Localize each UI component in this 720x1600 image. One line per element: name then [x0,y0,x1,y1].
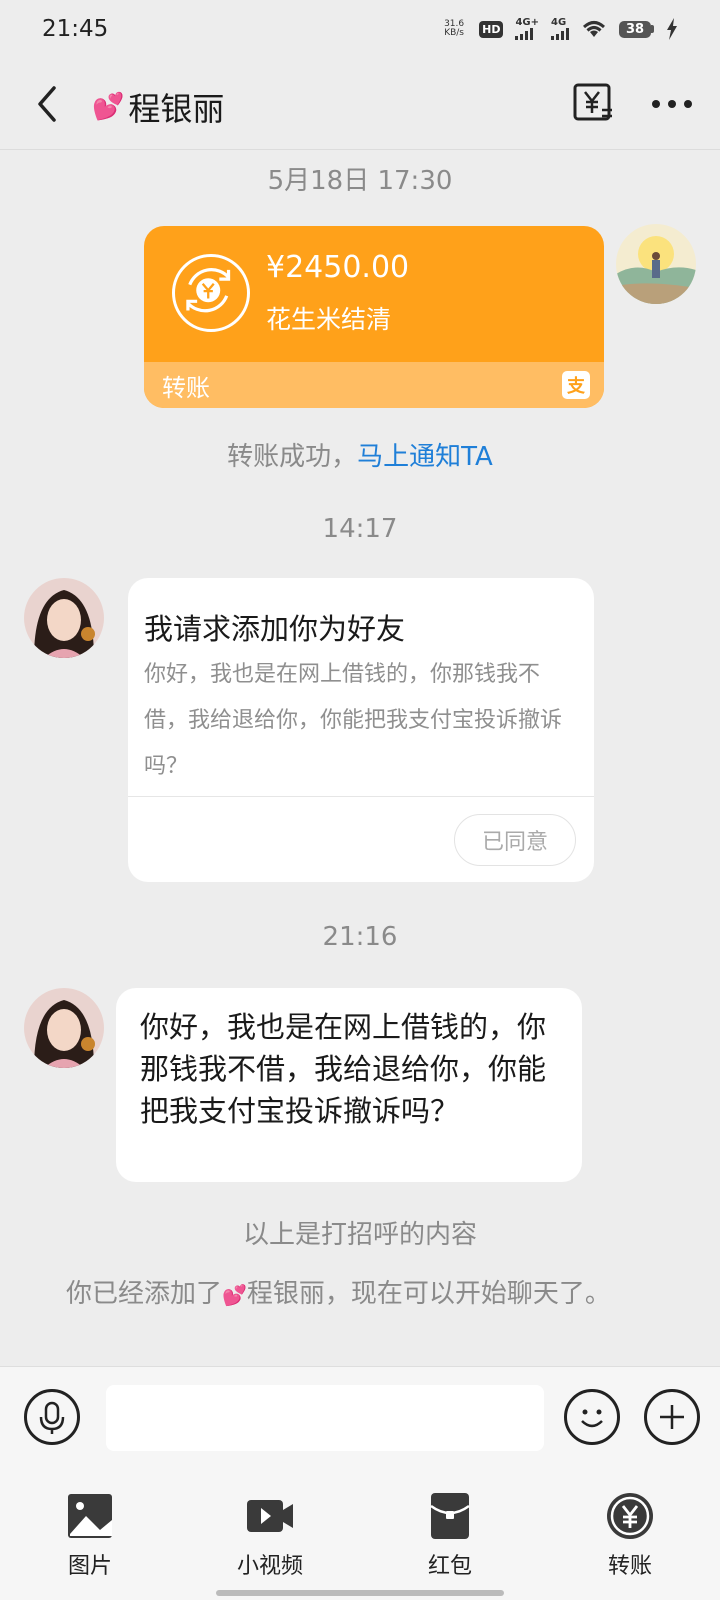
added-notice-prefix: 你已经添加了 [66,1279,223,1309]
heart-emoji: 💕 [92,92,125,122]
heart-emoji: 💕 [222,1283,247,1307]
transfer-shortcut-button[interactable] [572,82,616,126]
contact-name: 程银丽 [128,90,225,128]
tool-video[interactable]: 小视频 [180,1470,360,1600]
chat-message-bubble[interactable]: 你好，我也是在网上借钱的，你那钱我不借，我给退给你，你能把我支付宝投诉撤诉吗？ [116,988,582,1182]
divider [128,796,594,797]
battery-icon: 38 [619,20,654,38]
tool-transfer[interactable]: 转账 [540,1470,720,1600]
chat-title: 💕 程银丽 [92,84,224,130]
timestamp: 14:17 [322,514,398,544]
contact-avatar[interactable] [24,988,104,1068]
friend-request-card: 我请求添加你为好友 你好，我也是在网上借钱的，你那钱我不借，我给退给你，你能把我… [128,578,594,882]
plus-button[interactable] [644,1389,700,1445]
alipay-logo-icon: 支 [562,371,590,399]
input-bar [0,1366,720,1470]
network-speed: 31.6 KB/s [441,20,467,38]
status-bar: 21:45 31.6 KB/s HD 4G+ 4G 38 [0,0,720,58]
agreed-button[interactable]: 已同意 [454,814,576,866]
video-icon [247,1500,293,1532]
signal-bars-icon [551,28,569,40]
status-icons: 31.6 KB/s HD 4G+ 4G 38 [441,18,678,40]
contact-avatar[interactable] [24,578,104,658]
my-avatar[interactable] [616,224,696,304]
network-2-label: 4G [551,17,567,28]
network-speed-unit: KB/s [444,28,465,38]
message-input[interactable] [106,1385,544,1451]
signal-bars-icon [515,28,534,40]
battery-tip [651,25,654,33]
tool-video-label: 小视频 [236,1554,303,1579]
transfer-footer: 转账 支 [144,362,604,408]
transfer-message-card[interactable]: ¥2450.00 花生米结清 转账 支 [144,226,604,408]
hd-badge: HD [479,20,504,38]
home-indicator[interactable] [216,1590,504,1596]
tools-bar: 图片 小视频 红包 转账 [0,1470,720,1600]
image-icon [68,1494,112,1538]
transfer-amount: ¥2450.00 [266,250,410,285]
timestamp: 5月18日 17:30 [267,166,453,196]
tool-transfer-label: 转账 [607,1554,652,1579]
network-1-label: 4G+ [515,17,539,28]
tool-red-packet[interactable]: 红包 [360,1470,540,1600]
signal-1: 4G+ [515,18,539,40]
more-options-button[interactable] [650,92,694,116]
greeting-notice: 以上是打招呼的内容 [242,1220,477,1250]
friend-added-notice: 你已经添加了💕程银丽，现在可以开始聊天了。 [66,1276,626,1313]
emoji-button[interactable] [564,1389,620,1445]
transfer-type-label: 转账 [162,373,210,402]
portrait-avatar-image [24,578,104,658]
added-notice-suffix: 程银丽，现在可以开始聊天了。 [246,1279,611,1309]
tool-image[interactable]: 图片 [0,1470,180,1600]
chat-header: 💕 程银丽 [0,58,720,150]
portrait-avatar-image [24,988,104,1068]
refund-icon [172,254,250,332]
friend-request-message: 你好，我也是在网上借钱的，你那钱我不借，我给退给你，你能把我支付宝投诉撤诉吗？ [144,662,563,779]
transfer-success-notice: 转账成功，马上通知TA [0,436,720,473]
tool-red-packet-label: 红包 [427,1554,472,1579]
transfer-description: 花生米结清 [266,305,392,334]
friend-request-title: 我请求添加你为好友 [144,612,406,646]
charging-icon [667,18,677,40]
transfer-success-text: 转账成功， [227,442,358,472]
back-button[interactable] [30,82,66,126]
voice-input-button[interactable] [24,1389,80,1445]
notify-link[interactable]: 马上通知TA [357,442,493,472]
timestamp: 21:16 [322,922,398,952]
battery-level: 38 [619,20,651,38]
status-time: 21:45 [42,16,109,42]
wifi-icon [582,21,606,37]
tool-image-label: 图片 [67,1554,112,1579]
landscape-avatar-image [616,224,696,304]
red-packet-icon [430,1493,470,1539]
signal-2: 4G [551,18,569,40]
transfer-icon [607,1493,653,1539]
